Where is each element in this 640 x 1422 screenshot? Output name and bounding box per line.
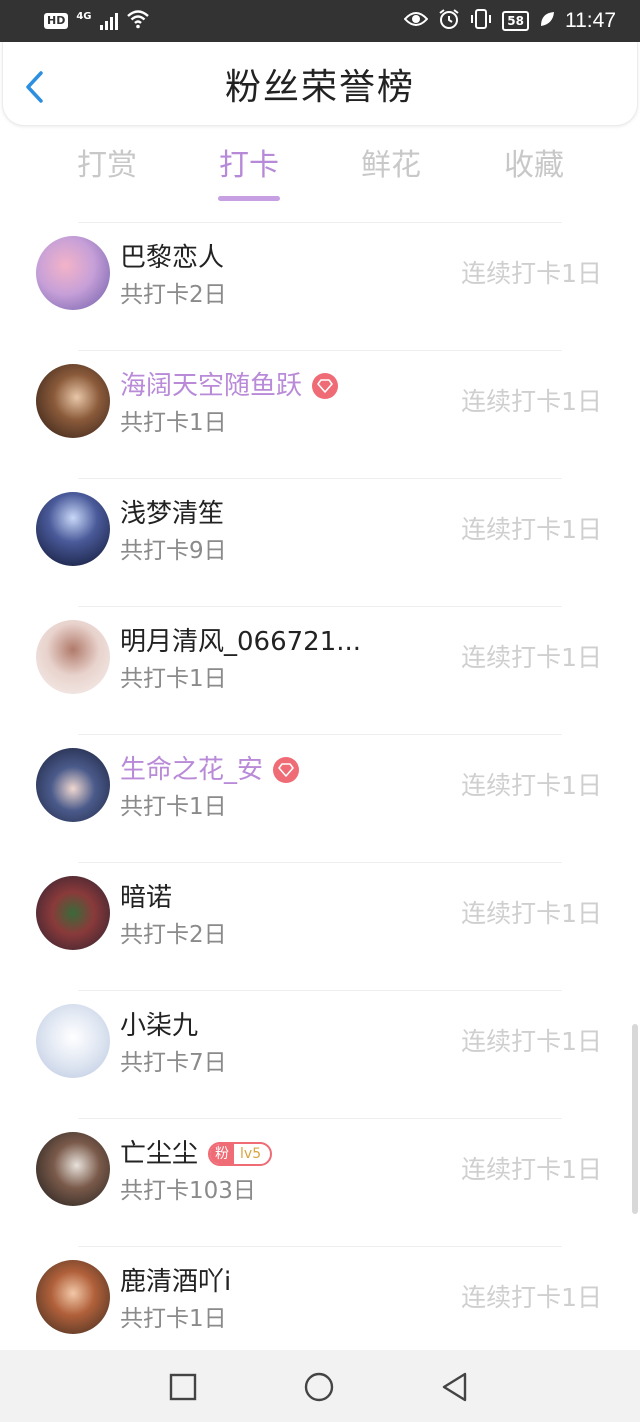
total-checkins: 共打卡1日 xyxy=(120,1306,227,1332)
name-line: 明月清风_066721... xyxy=(120,622,361,662)
total-checkins: 共打卡1日 xyxy=(120,666,227,692)
streak-label: 连续打卡1日 xyxy=(461,1027,602,1056)
user-name: 暗诺 xyxy=(120,883,173,913)
scrollbar[interactable] xyxy=(632,1024,638,1214)
streak-label: 连续打卡1日 xyxy=(461,515,602,544)
streak-label: 连续打卡1日 xyxy=(461,643,602,672)
name-line: 海阔天空随鱼跃 xyxy=(120,366,339,406)
streak-label: 连续打卡1日 xyxy=(461,1155,602,1184)
divider xyxy=(78,606,562,607)
total-checkins: 共打卡7日 xyxy=(120,1050,227,1076)
user-name: 亡尘尘 xyxy=(120,1139,199,1169)
status-right: 58 11:47 xyxy=(403,8,616,34)
status-left: HD 4G xyxy=(44,9,150,33)
network-type: 4G xyxy=(76,10,92,22)
system-nav-bar xyxy=(0,1350,640,1422)
divider xyxy=(78,990,562,991)
list-item[interactable]: 生命之花_安 共打卡1日 连续打卡1日 xyxy=(0,734,640,862)
divider xyxy=(78,734,562,735)
fan-level: lv5 xyxy=(240,1146,262,1162)
user-name: 巴黎恋人 xyxy=(120,243,225,273)
list-item[interactable]: 明月清风_066721... 共打卡1日 连续打卡1日 xyxy=(0,606,640,734)
alarm-icon xyxy=(438,8,460,34)
streak-label: 连续打卡1日 xyxy=(461,387,602,416)
total-checkins: 共打卡103日 xyxy=(120,1178,256,1204)
vibrate-icon xyxy=(470,8,492,34)
signal-icon xyxy=(99,12,118,30)
recent-apps-icon xyxy=(169,1373,197,1401)
diamond-icon xyxy=(273,757,300,783)
list-item[interactable]: 暗诺 共打卡2日 连续打卡1日 xyxy=(0,862,640,990)
name-line: 浅梦清笙 xyxy=(120,494,224,534)
total-checkins: 共打卡2日 xyxy=(120,282,227,308)
avatar[interactable] xyxy=(36,236,110,310)
list-item[interactable]: 海阔天空随鱼跃 共打卡1日 连续打卡1日 xyxy=(0,350,640,478)
streak-label: 连续打卡1日 xyxy=(461,899,602,928)
eye-icon xyxy=(403,10,429,32)
user-name: 小柒九 xyxy=(120,1011,199,1041)
divider xyxy=(78,478,562,479)
avatar[interactable] xyxy=(36,620,110,694)
divider xyxy=(78,350,562,351)
user-name: 生命之花_安 xyxy=(120,755,264,785)
tab-checkin[interactable]: 打卡 xyxy=(189,140,309,192)
home-button[interactable] xyxy=(302,1370,336,1404)
leaf-icon xyxy=(539,10,555,32)
name-line: 亡尘尘 粉 lv5 xyxy=(120,1134,273,1174)
list-item[interactable]: 亡尘尘 粉 lv5 共打卡103日 连续打卡1日 xyxy=(0,1118,640,1246)
tab-favorites[interactable]: 收藏 xyxy=(474,140,594,192)
streak-label: 连续打卡1日 xyxy=(461,1283,602,1312)
divider xyxy=(78,862,562,863)
avatar[interactable] xyxy=(36,1260,110,1334)
divider xyxy=(78,222,562,223)
user-name: 明月清风_066721... xyxy=(120,627,362,657)
name-line: 暗诺 xyxy=(120,878,172,918)
user-name: 鹿清酒吖i xyxy=(120,1267,232,1297)
name-line: 鹿清酒吖i xyxy=(120,1262,231,1302)
avatar[interactable] xyxy=(36,876,110,950)
name-line: 小柒九 xyxy=(120,1006,198,1046)
recent-apps-button[interactable] xyxy=(166,1370,200,1404)
list-item[interactable]: 小柒九 共打卡7日 连续打卡1日 xyxy=(0,990,640,1118)
back-icon xyxy=(442,1372,467,1402)
total-checkins: 共打卡2日 xyxy=(120,922,227,948)
nav-back-button[interactable] xyxy=(438,1370,472,1404)
status-bar: HD 4G 58 11:47 xyxy=(0,0,640,42)
name-line: 生命之花_安 xyxy=(120,750,300,790)
fan-level-badge: 粉 lv5 xyxy=(208,1142,273,1166)
total-checkins: 共打卡1日 xyxy=(120,410,227,436)
battery-indicator: 58 xyxy=(502,11,529,31)
header: 粉丝荣誉榜 xyxy=(2,42,638,126)
tab-reward[interactable]: 打赏 xyxy=(47,140,167,192)
list-item[interactable]: 浅梦清笙 共打卡9日 连续打卡1日 xyxy=(0,478,640,606)
streak-label: 连续打卡1日 xyxy=(461,771,602,800)
page-title: 粉丝荣誉榜 xyxy=(224,67,415,108)
active-tab-indicator xyxy=(218,196,280,201)
wifi-icon xyxy=(126,9,150,33)
total-checkins: 共打卡1日 xyxy=(120,794,227,820)
hd-indicator: HD xyxy=(44,13,69,29)
divider xyxy=(78,1246,562,1247)
checkin-list: 巴黎恋人 共打卡2日 连续打卡1日 海阔天空随鱼跃 共打卡1日 连续打卡1日 浅… xyxy=(0,222,640,1374)
name-line: 巴黎恋人 xyxy=(120,238,224,278)
home-icon xyxy=(304,1372,334,1402)
avatar[interactable] xyxy=(36,1132,110,1206)
avatar[interactable] xyxy=(36,1004,110,1078)
streak-label: 连续打卡1日 xyxy=(461,259,602,288)
user-name: 海阔天空随鱼跃 xyxy=(120,371,303,401)
tab-flowers[interactable]: 鲜花 xyxy=(331,140,451,192)
diamond-icon xyxy=(312,373,339,399)
clock: 11:47 xyxy=(565,9,616,32)
list-item[interactable]: 巴黎恋人 共打卡2日 连续打卡1日 xyxy=(0,222,640,350)
tab-bar: 打赏 打卡 鲜花 收藏 xyxy=(0,140,640,202)
user-name: 浅梦清笙 xyxy=(120,499,225,529)
fan-label: 粉 xyxy=(210,1144,235,1164)
avatar[interactable] xyxy=(36,492,110,566)
divider xyxy=(78,1118,562,1119)
avatar[interactable] xyxy=(36,748,110,822)
avatar[interactable] xyxy=(36,364,110,438)
total-checkins: 共打卡9日 xyxy=(120,538,227,564)
